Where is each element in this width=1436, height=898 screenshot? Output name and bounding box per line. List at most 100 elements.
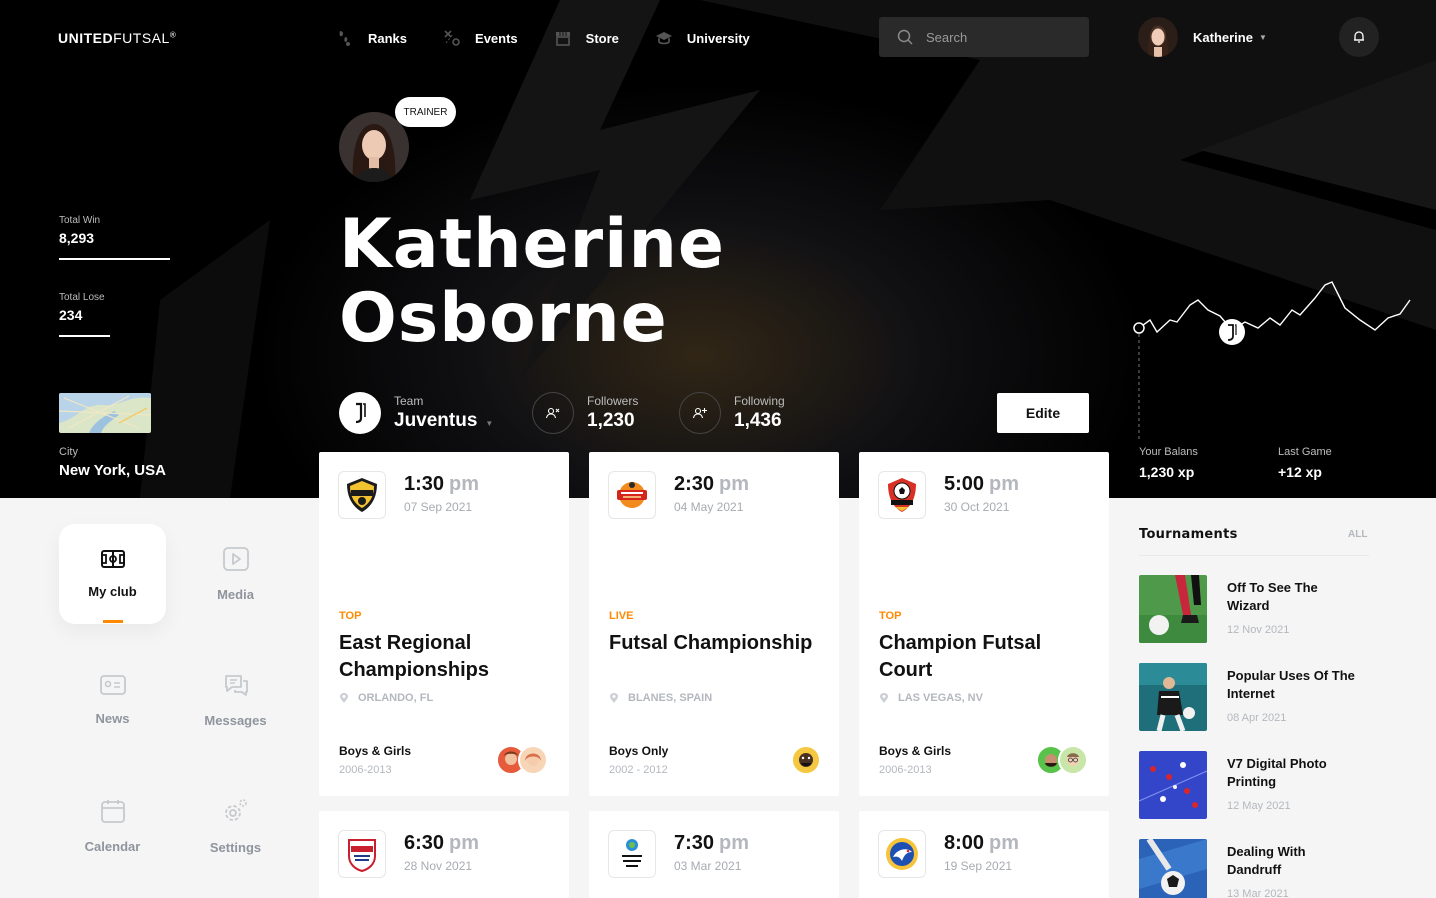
events-icon [444,30,460,46]
event-participants [1036,745,1088,775]
team-selector[interactable]: Team Juventus ▼ [339,392,493,434]
nav-store[interactable]: Store [554,26,619,50]
tournament-thumbnail [1139,663,1207,731]
play-icon [222,546,249,571]
nav-store-label: Store [585,30,619,46]
team-value: Juventus ▼ [394,410,494,431]
nav-events-label: Events [475,30,518,46]
followers-stat[interactable]: Followers 1,230 [532,392,638,434]
tournaments-all-link[interactable]: ALL [1348,529,1367,540]
tournament-title: Popular Uses Of The Internet [1227,668,1355,701]
tournament-thumbnail [1139,575,1207,643]
side-menu-label: My club [88,583,137,599]
total-lose-label: Total Lose [59,292,105,303]
event-time: 5:00 pm [944,473,1020,495]
user-avatar [1138,17,1178,57]
nav-university[interactable]: University [655,26,750,50]
city-map-thumbnail[interactable] [59,393,151,433]
messages-icon [224,674,248,696]
juventus-logo-icon [339,392,381,434]
active-indicator [103,620,123,623]
tournament-item[interactable]: Off To See The Wizard 12 Nov 2021 [1139,575,1357,643]
following-label: Following [734,394,785,408]
followers-icon [532,392,574,434]
team-label: Team [394,394,424,408]
side-menu-label: Calendar [84,838,141,854]
event-card[interactable]: 2:30 pm 04 May 2021 LIVE Futsal Champions… [589,452,839,796]
top-navigation: Ranks Events Store University [336,26,786,50]
settings-icon [224,798,247,821]
calendar-icon [100,799,125,823]
event-title: Futsal Championship [609,632,813,654]
profile-first-name: Katherine [339,205,725,284]
event-years: 2002 - 2012 [609,764,668,776]
event-card[interactable]: 5:00 pm 30 Oct 2021 TOP Champion Futsal C… [859,452,1109,796]
event-date: 28 Nov 2021 [404,859,473,873]
event-title: East Regional Championships [339,632,490,681]
champion-ball-logo-icon [878,471,926,519]
search-icon [897,29,913,45]
tournament-date: 13 Mar 2021 [1227,888,1289,898]
champions-shield-logo-icon [338,471,386,519]
tournament-date: 12 May 2021 [1227,800,1291,812]
tournament-thumbnail [1139,839,1207,898]
event-time: 2:30 pm [674,473,750,495]
side-menu-settings[interactable]: Settings [182,776,289,876]
tournament-thumbnail [1139,751,1207,819]
total-win-bar [59,258,170,260]
side-menu-calendar[interactable]: Calendar [59,776,166,876]
tournament-item[interactable]: Dealing With Dandruff 13 Mar 2021 [1139,839,1357,898]
role-badge: TRAINER [395,97,456,127]
side-menu-media[interactable]: Media [182,524,289,624]
edit-profile-button[interactable]: Edite [997,393,1089,433]
side-menu-my-club[interactable]: My club [59,524,166,624]
event-group: Boys & Girls [339,744,412,758]
event-card[interactable]: 7:30 pm 03 Mar 2021 [589,811,839,898]
ranks-icon [339,31,350,46]
sparkline-juventus-marker [1219,319,1245,345]
notification-button[interactable] [1339,17,1379,57]
eagle-futsal-logo-icon [878,830,926,878]
participant-avatar [791,745,821,775]
event-card[interactable]: 8:00 pm 19 Sep 2021 [859,811,1109,898]
tournament-date: 12 Nov 2021 [1227,624,1290,636]
event-card[interactable]: 6:30 pm 28 Nov 2021 [319,811,569,898]
city-label: City [59,446,78,458]
uefa-futsal-cup-logo-icon [608,830,656,878]
total-win-value: 8,293 [59,230,95,246]
event-group: Boys Only [609,744,669,758]
event-tag: TOP [339,610,362,622]
participant-avatar [1058,745,1088,775]
tournament-item[interactable]: V7 Digital Photo Printing 12 May 2021 [1139,751,1357,819]
event-group: Boys & Girls [879,744,952,758]
xp-sparkline [1133,281,1411,440]
total-lose-value: 234 [59,307,83,323]
event-card[interactable]: 1:30 pm 07 Sep 2021 TOP East Regional Cha… [319,452,569,796]
event-title: Champion Futsal Court [879,632,1042,681]
profile-name: Katherine Osborne [339,208,725,356]
total-lose-bar [59,335,110,337]
nav-events[interactable]: Events [443,26,518,50]
event-date: 07 Sep 2021 [404,500,473,514]
search-placeholder: Search [926,29,968,45]
side-menu-label: News [95,710,130,726]
following-icon [679,392,721,434]
last-game-stat: Last Game +12 xp [1278,446,1332,480]
side-menu-messages[interactable]: Messages [182,650,289,750]
search-box[interactable]: Search [879,17,1089,57]
total-lose-stat: Total Lose 234 [59,292,110,337]
user-menu[interactable]: Katherine ▼ [1138,17,1267,57]
side-menu-news[interactable]: News [59,650,166,750]
side-menu-label: Settings [209,839,262,855]
tournament-item[interactable]: Popular Uses Of The Internet 08 Apr 2021 [1139,663,1357,731]
brand-logo[interactable]: UNITEDFUTSAL® [58,30,176,46]
balance-value: 1,230 xp [1139,464,1195,480]
nav-ranks[interactable]: Ranks [336,26,407,50]
event-date: 03 Mar 2021 [674,859,742,873]
following-stat[interactable]: Following 1,436 [679,392,785,434]
event-date: 04 May 2021 [674,500,744,514]
tournament-date: 08 Apr 2021 [1227,712,1287,724]
event-time: 1:30 pm [404,473,480,495]
event-date: 30 Oct 2021 [944,500,1010,514]
followers-label: Followers [587,394,639,408]
